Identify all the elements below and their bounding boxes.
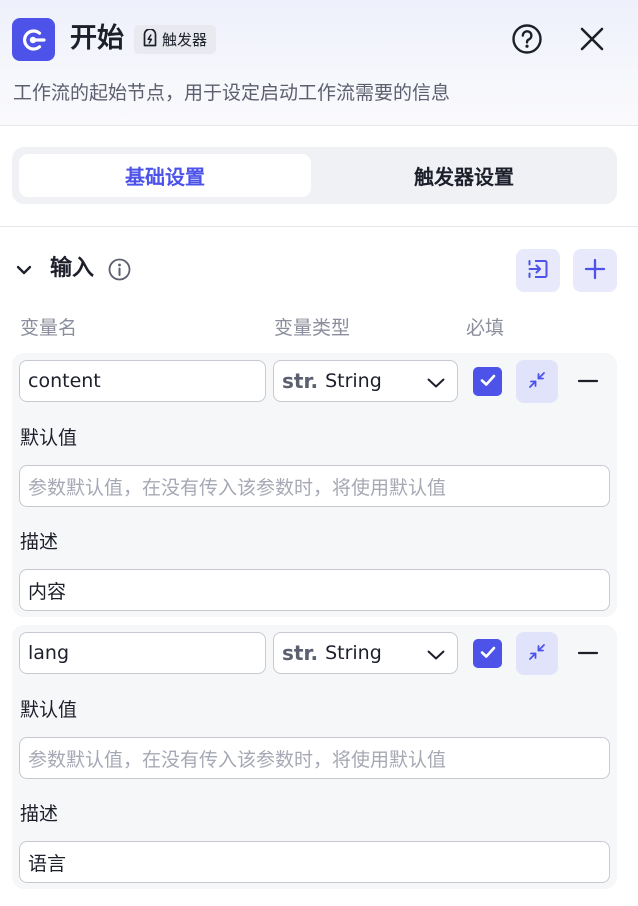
trigger-badge-label: 触发器 bbox=[162, 31, 208, 49]
default-value-input[interactable]: 参数默认值，在没有传入该参数时，将使用默认值 bbox=[19, 465, 610, 507]
plus-icon bbox=[583, 257, 607, 285]
type-label: String bbox=[325, 370, 382, 392]
type-prefix: str. bbox=[282, 641, 319, 665]
collapse-icon bbox=[526, 641, 548, 667]
column-header-name: 变量名 bbox=[20, 317, 78, 339]
minus-icon[interactable] bbox=[575, 640, 601, 666]
chevron-down-icon[interactable] bbox=[14, 260, 34, 280]
help-circle-icon[interactable] bbox=[511, 23, 543, 55]
trigger-icon bbox=[142, 27, 158, 51]
default-value-input[interactable]: 参数默认值，在没有传入该参数时，将使用默认值 bbox=[19, 737, 610, 779]
variable-type-select[interactable]: str. String bbox=[273, 632, 458, 674]
variable-card: lang str. String 默认值 参数默认值，在没有传入该参数时，将使用… bbox=[12, 625, 617, 889]
tab-basic-settings[interactable]: 基础设置 bbox=[19, 154, 311, 197]
description-label: 描述 bbox=[20, 803, 59, 825]
collapse-button[interactable] bbox=[516, 632, 558, 675]
column-header-type: 变量类型 bbox=[274, 317, 351, 339]
settings-tabs: 基础设置 触发器设置 bbox=[12, 147, 617, 204]
required-checkbox[interactable] bbox=[473, 639, 502, 668]
type-label: String bbox=[325, 642, 382, 664]
check-icon bbox=[478, 370, 498, 394]
trigger-badge: 触发器 bbox=[134, 25, 217, 54]
variable-name-input[interactable]: lang bbox=[19, 632, 266, 674]
description-input[interactable]: 内容 bbox=[19, 569, 610, 611]
collapse-icon bbox=[526, 369, 548, 395]
import-button[interactable] bbox=[516, 249, 560, 292]
node-description: 工作流的起始节点，用于设定启动工作流需要的信息 bbox=[13, 82, 451, 104]
check-icon bbox=[478, 642, 498, 666]
node-header: 开始 触发器 工作流的起始节点，用于设定启动工作流需要的信息 bbox=[0, 0, 638, 126]
column-header-required: 必填 bbox=[466, 317, 505, 339]
required-checkbox[interactable] bbox=[473, 367, 502, 396]
minus-icon[interactable] bbox=[575, 368, 601, 394]
collapse-button[interactable] bbox=[516, 360, 558, 403]
import-icon bbox=[526, 257, 550, 285]
description-label: 描述 bbox=[20, 531, 59, 553]
variable-card: content str. String 默认值 参数默认值，在没有传入该参数时，… bbox=[12, 353, 617, 617]
tab-trigger-settings[interactable]: 触发器设置 bbox=[318, 154, 610, 197]
description-input[interactable]: 语言 bbox=[19, 841, 610, 883]
variable-name-input[interactable]: content bbox=[19, 360, 266, 402]
close-icon[interactable] bbox=[576, 23, 608, 55]
variable-type-select[interactable]: str. String bbox=[273, 360, 458, 402]
add-variable-button[interactable] bbox=[573, 249, 617, 292]
chevron-down-icon bbox=[426, 373, 446, 393]
section-title-input: 输入 bbox=[50, 256, 95, 281]
info-icon[interactable] bbox=[108, 258, 131, 281]
default-value-label: 默认值 bbox=[20, 427, 78, 449]
default-value-label: 默认值 bbox=[20, 699, 78, 721]
page-title: 开始 bbox=[70, 23, 124, 54]
type-prefix: str. bbox=[282, 369, 319, 393]
chevron-down-icon bbox=[426, 645, 446, 665]
divider bbox=[0, 226, 638, 227]
start-node-icon bbox=[12, 18, 55, 61]
